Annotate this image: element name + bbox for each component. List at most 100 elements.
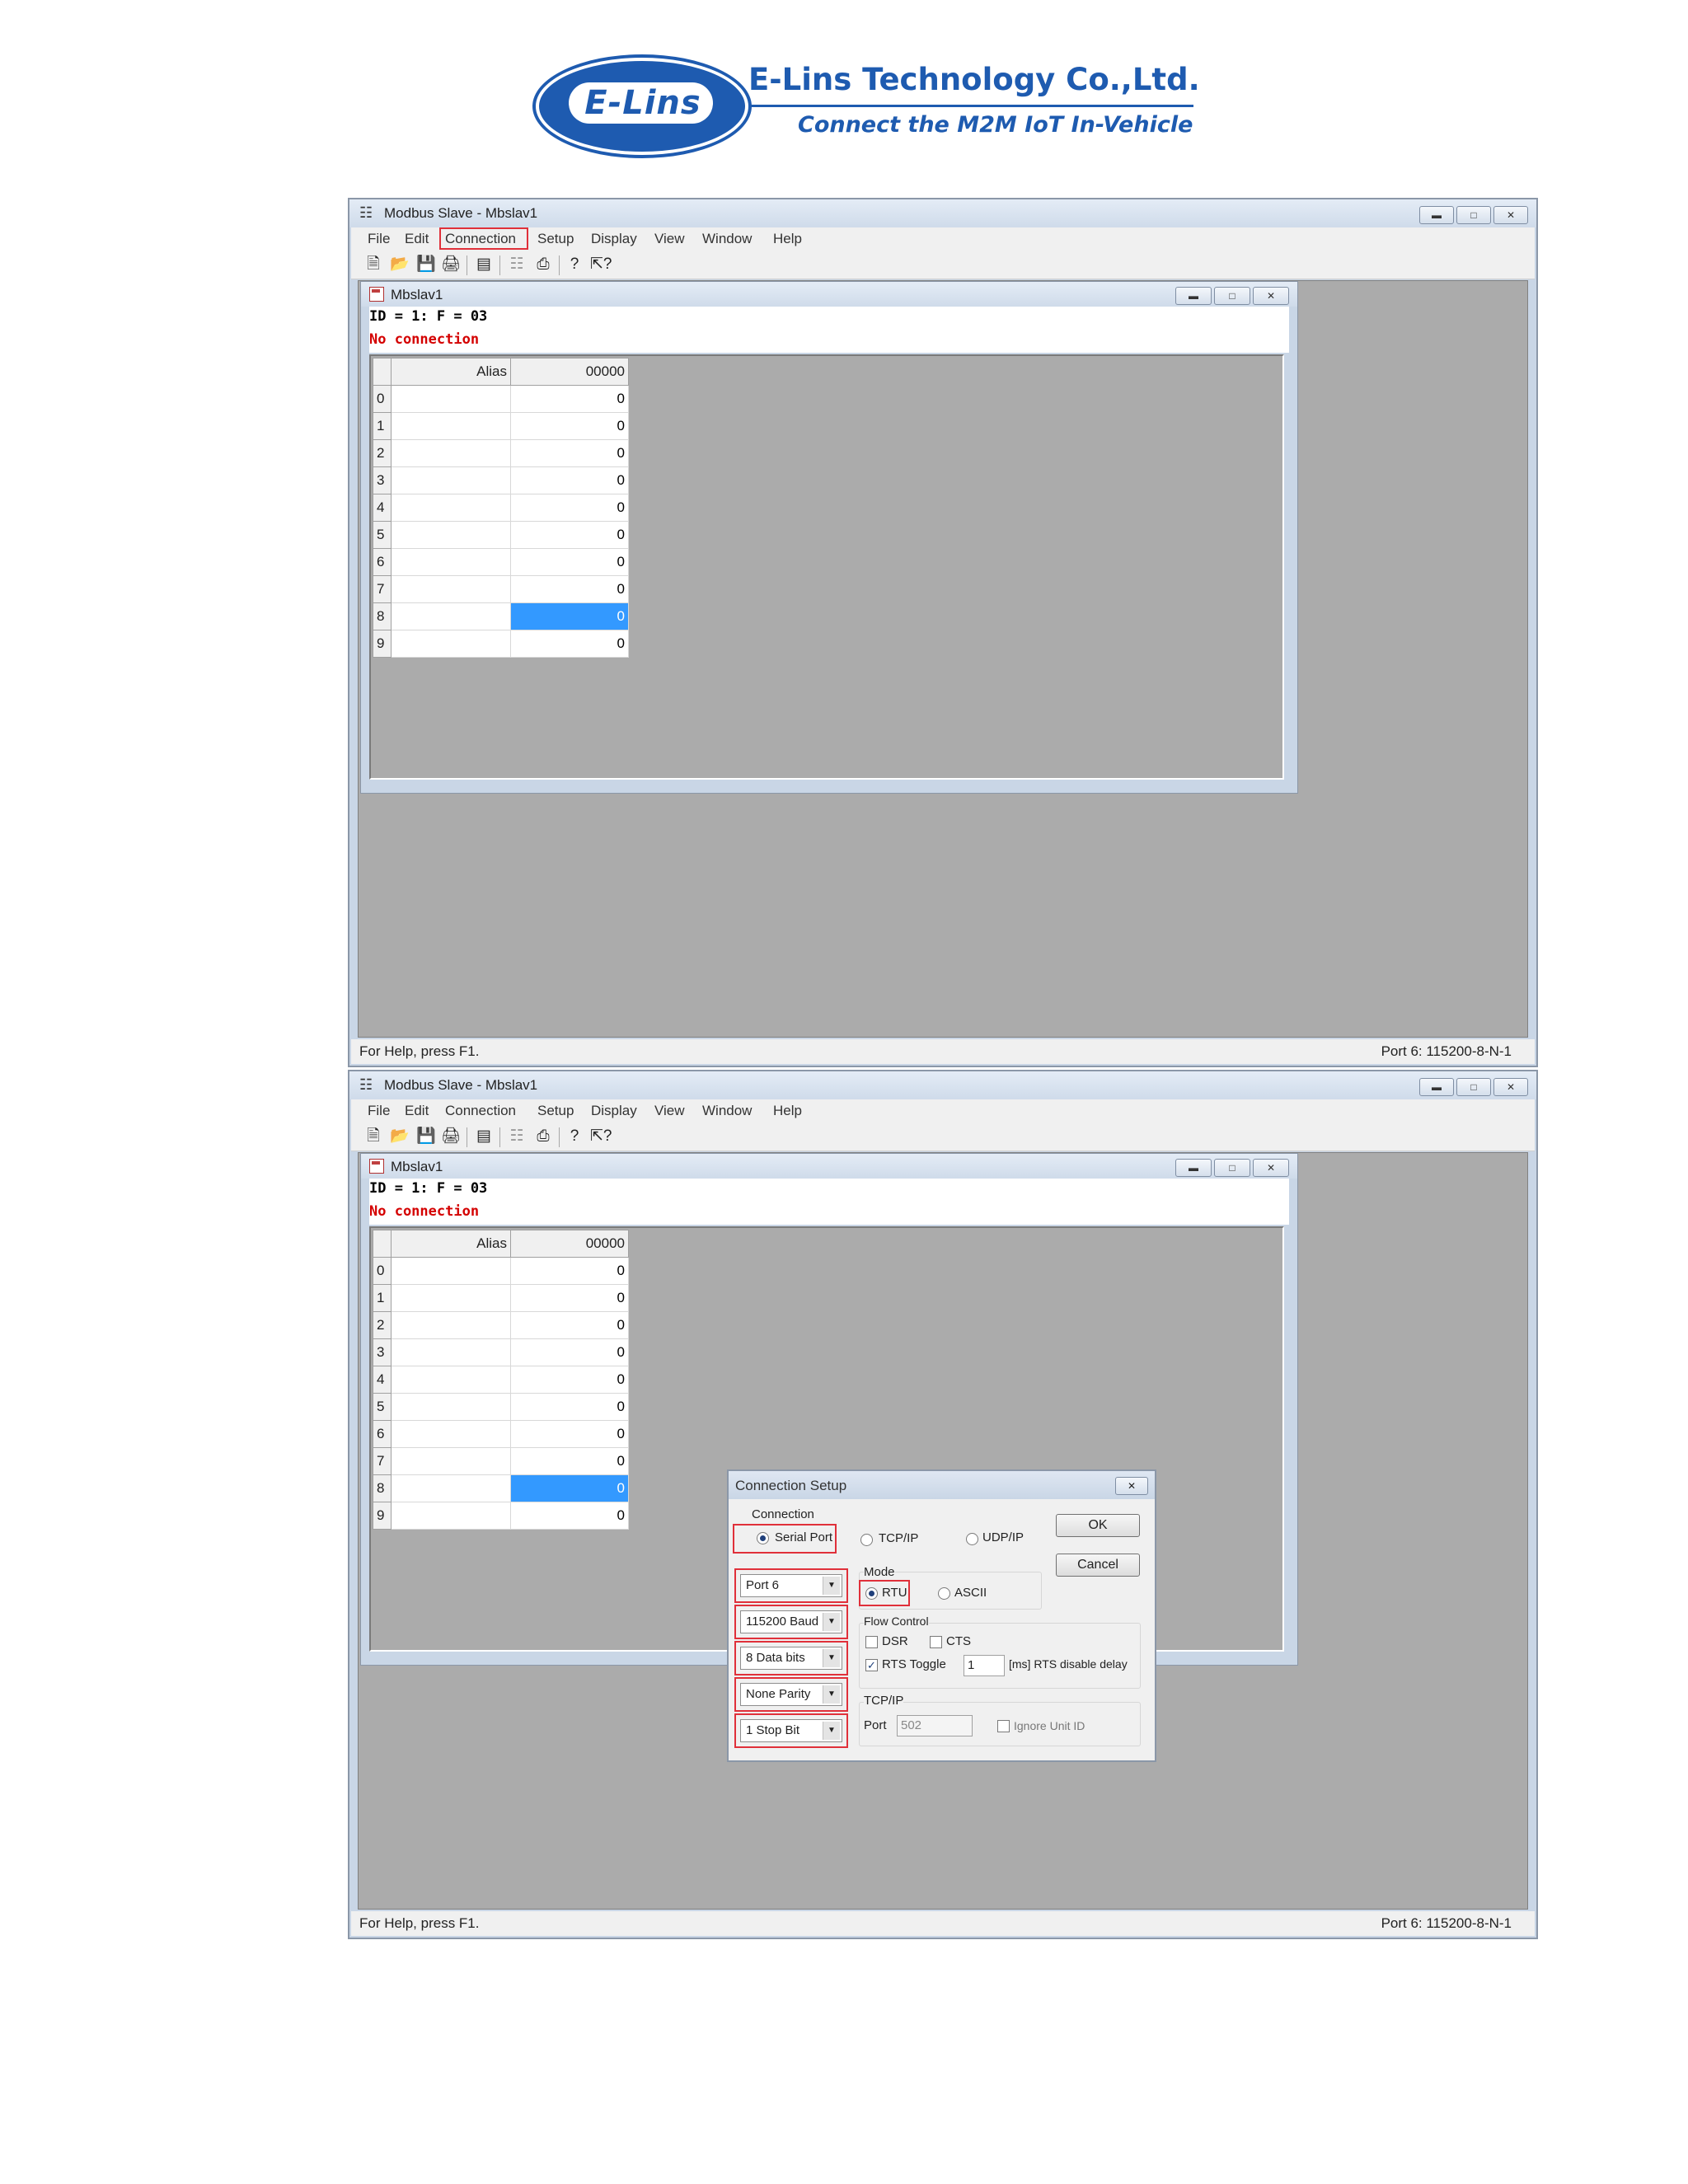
row-header[interactable]: 0 [373, 1257, 392, 1285]
alias-cell[interactable] [391, 1474, 511, 1502]
row-header[interactable]: 5 [373, 521, 392, 549]
alias-cell[interactable] [391, 494, 511, 522]
row-header[interactable]: 2 [373, 1311, 392, 1339]
window-icon[interactable]: ▤ [473, 255, 495, 274]
alias-cell[interactable] [391, 466, 511, 494]
rts-toggle-label[interactable]: RTS Toggle [882, 1657, 946, 1671]
register-value-cell[interactable]: 0 [510, 1257, 629, 1285]
register-value-cell[interactable]: 0 [510, 466, 629, 494]
column-header-alias[interactable]: Alias [391, 358, 511, 386]
child-close-button[interactable]: ✕ [1253, 287, 1289, 305]
register-value-cell[interactable]: 0 [510, 1474, 629, 1502]
row-header[interactable]: 6 [373, 1420, 392, 1448]
column-header-alias[interactable]: Alias [391, 1230, 511, 1258]
register-value-cell[interactable]: 0 [510, 412, 629, 440]
register-value-cell[interactable]: 0 [510, 1311, 629, 1339]
alias-cell[interactable] [391, 385, 511, 413]
close-button[interactable]: ✕ [1493, 206, 1528, 224]
tcp-port-input[interactable]: 502 [897, 1715, 973, 1736]
ignore-unit-id-label[interactable]: Ignore Unit ID [1014, 1719, 1085, 1732]
row-header[interactable]: 1 [373, 1284, 392, 1312]
child-titlebar[interactable]: Mbslav1 ▬ □ ✕ [361, 282, 1297, 307]
row-header[interactable]: 8 [373, 602, 392, 630]
column-header-address[interactable]: 00000 [510, 358, 629, 386]
row-header[interactable]: 1 [373, 412, 392, 440]
minimize-button[interactable]: ▬ [1419, 206, 1454, 224]
baud-select[interactable]: 115200 Baud ▼ [740, 1610, 842, 1633]
stop-bit-select[interactable]: 1 Stop Bit ▼ [740, 1719, 842, 1742]
ok-button[interactable]: OK [1056, 1514, 1140, 1537]
alias-cell[interactable] [391, 548, 511, 576]
cancel-button[interactable]: Cancel [1056, 1554, 1140, 1577]
alias-cell[interactable] [391, 1311, 511, 1339]
dsr-checkbox[interactable] [865, 1636, 878, 1648]
row-header[interactable]: 3 [373, 466, 392, 494]
open-icon[interactable]: 📂 [389, 1127, 410, 1146]
row-header[interactable]: 2 [373, 439, 392, 467]
menu-view[interactable]: View [654, 1103, 685, 1119]
alias-cell[interactable] [391, 1420, 511, 1448]
alias-cell[interactable] [391, 1502, 511, 1530]
printer-log-icon[interactable]: ⎙ [532, 255, 554, 274]
register-value-cell[interactable]: 0 [510, 1420, 629, 1448]
alias-cell[interactable] [391, 1257, 511, 1285]
save-icon[interactable]: 💾 [415, 1127, 437, 1146]
menu-help[interactable]: Help [773, 231, 802, 247]
child-maximize-button[interactable]: □ [1214, 287, 1250, 305]
maximize-button[interactable]: □ [1456, 206, 1491, 224]
menu-display[interactable]: Display [591, 1103, 637, 1119]
row-header[interactable]: 4 [373, 494, 392, 522]
row-header[interactable]: 8 [373, 1474, 392, 1502]
row-header[interactable]: 9 [373, 630, 392, 658]
ignore-unit-id-checkbox[interactable] [997, 1720, 1010, 1732]
row-header[interactable]: 9 [373, 1502, 392, 1530]
register-value-cell[interactable]: 0 [510, 1366, 629, 1394]
row-header[interactable]: 3 [373, 1338, 392, 1366]
register-value-cell[interactable]: 0 [510, 521, 629, 549]
context-help-icon[interactable]: ⇱? [590, 1127, 612, 1146]
register-value-cell[interactable]: 0 [510, 439, 629, 467]
ascii-radio[interactable] [938, 1587, 950, 1600]
printer-log-icon[interactable]: ⎙ [532, 1127, 554, 1146]
rts-toggle-checkbox[interactable]: ✓ [865, 1659, 878, 1671]
row-header[interactable]: 0 [373, 385, 392, 413]
menu-file[interactable]: File [368, 231, 390, 247]
connect-icon[interactable]: ☷ [506, 1127, 528, 1146]
tcpip-radio[interactable] [860, 1534, 873, 1546]
rts-delay-input[interactable]: 1 [964, 1655, 1005, 1676]
menu-setup[interactable]: Setup [537, 1103, 574, 1119]
child-titlebar[interactable]: Mbslav1 ▬ □ ✕ [361, 1154, 1297, 1179]
menu-file[interactable]: File [368, 1103, 390, 1119]
close-button[interactable]: ✕ [1493, 1078, 1528, 1096]
alias-cell[interactable] [391, 602, 511, 630]
dialog-close-button[interactable]: ✕ [1115, 1477, 1148, 1495]
row-header[interactable]: 7 [373, 575, 392, 603]
row-header[interactable]: 4 [373, 1366, 392, 1394]
register-value-cell[interactable]: 0 [510, 575, 629, 603]
register-value-cell[interactable]: 0 [510, 630, 629, 658]
port-select[interactable]: Port 6 ▼ [740, 1574, 842, 1597]
parity-select[interactable]: None Parity ▼ [740, 1683, 842, 1706]
row-header[interactable]: 5 [373, 1393, 392, 1421]
new-icon[interactable]: 🗎 [363, 255, 384, 274]
rtu-radio[interactable] [865, 1587, 878, 1600]
menu-connection[interactable]: Connection [445, 1103, 516, 1119]
save-icon[interactable]: 💾 [415, 255, 437, 274]
connect-icon[interactable]: ☷ [506, 255, 528, 274]
cts-label[interactable]: CTS [946, 1634, 971, 1648]
udpip-radio[interactable] [966, 1533, 978, 1545]
data-bits-select[interactable]: 8 Data bits ▼ [740, 1647, 842, 1670]
row-header[interactable]: 6 [373, 548, 392, 576]
minimize-button[interactable]: ▬ [1419, 1078, 1454, 1096]
register-value-cell[interactable]: 0 [510, 1338, 629, 1366]
register-value-cell[interactable]: 0 [510, 602, 629, 630]
child-maximize-button[interactable]: □ [1214, 1159, 1250, 1177]
register-value-cell[interactable]: 0 [510, 1447, 629, 1475]
alias-cell[interactable] [391, 1284, 511, 1312]
menu-setup[interactable]: Setup [537, 231, 574, 247]
child-close-button[interactable]: ✕ [1253, 1159, 1289, 1177]
alias-cell[interactable] [391, 1338, 511, 1366]
menu-view[interactable]: View [654, 231, 685, 247]
child-minimize-button[interactable]: ▬ [1175, 287, 1212, 305]
menu-window[interactable]: Window [702, 1103, 752, 1119]
